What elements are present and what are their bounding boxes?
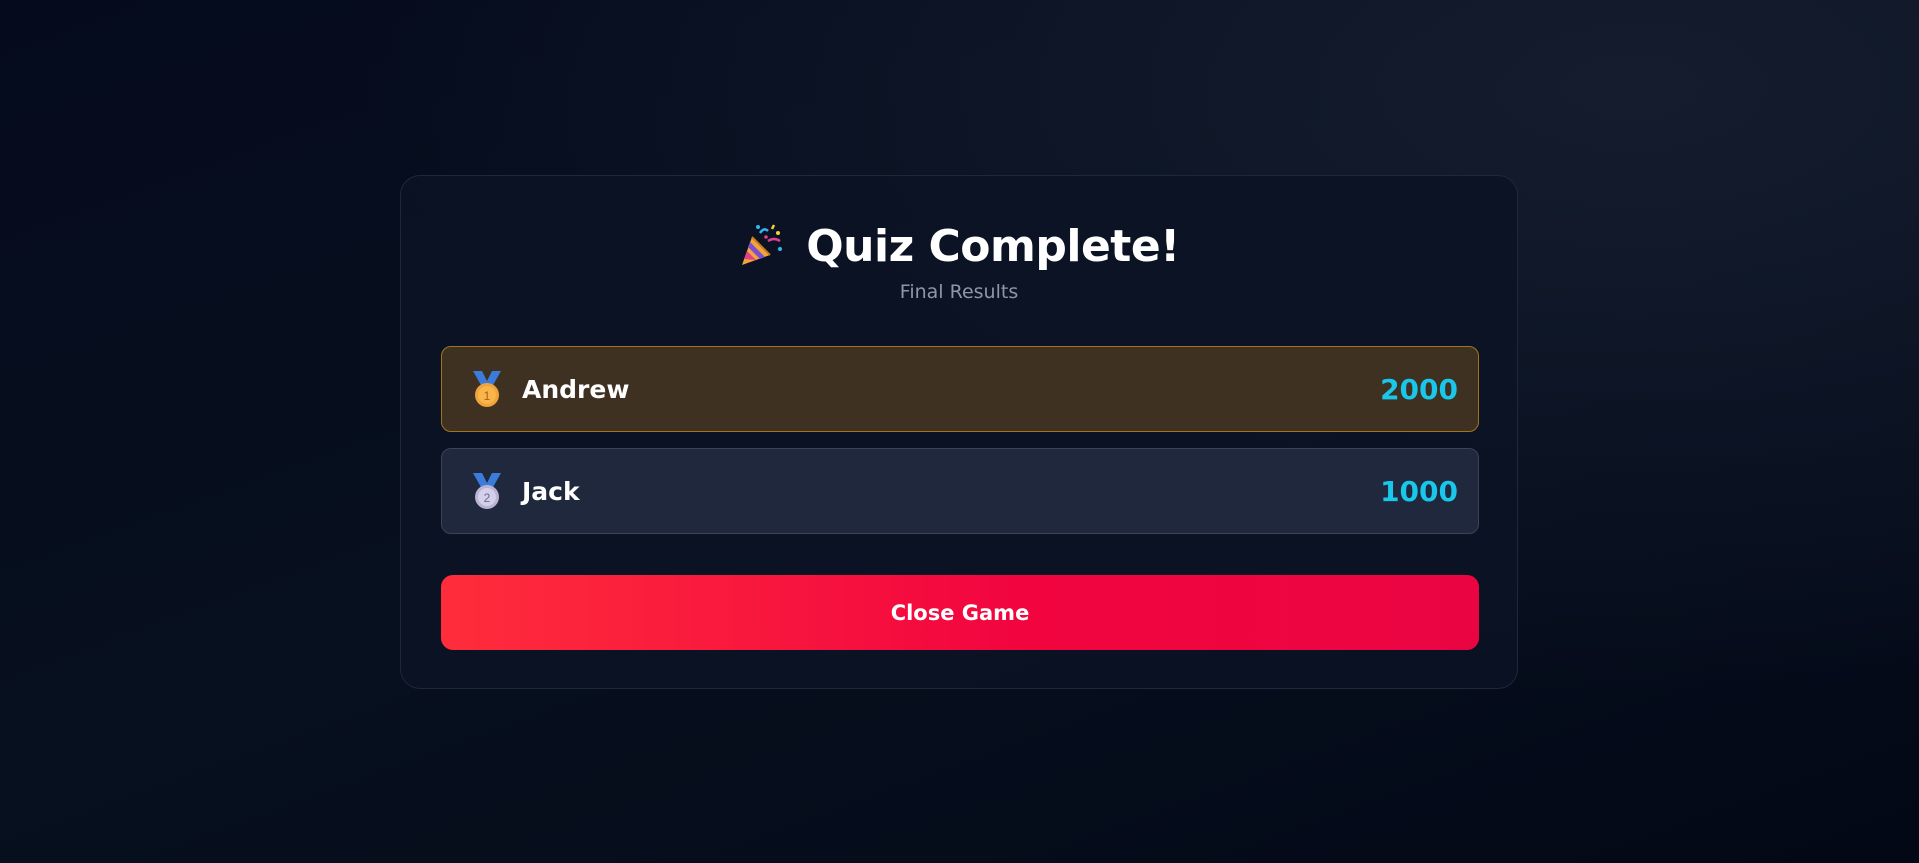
page-subtitle: Final Results — [899, 281, 1019, 303]
leaderboard-row-1: 1 Andrew 2000 — [441, 346, 1479, 432]
title-row: Quiz Complete! — [401, 216, 1517, 276]
svg-text:2: 2 — [484, 491, 491, 505]
silver-medal-icon: 2 — [473, 473, 501, 509]
player-name: Andrew — [522, 374, 630, 404]
party-popper-icon — [742, 224, 783, 265]
close-game-button[interactable]: Close Game — [441, 575, 1479, 650]
gold-medal-icon: 1 — [473, 371, 501, 407]
page-title: Quiz Complete! — [806, 220, 1180, 272]
leaderboard-row-2: 2 Jack 1000 — [441, 448, 1479, 534]
results-card: Quiz Complete! Final Results 1 Andrew 20… — [400, 175, 1518, 689]
svg-text:1: 1 — [484, 389, 491, 403]
player-score: 2000 — [1380, 372, 1458, 406]
player-name: Jack — [522, 476, 580, 506]
player-score: 1000 — [1380, 474, 1458, 508]
